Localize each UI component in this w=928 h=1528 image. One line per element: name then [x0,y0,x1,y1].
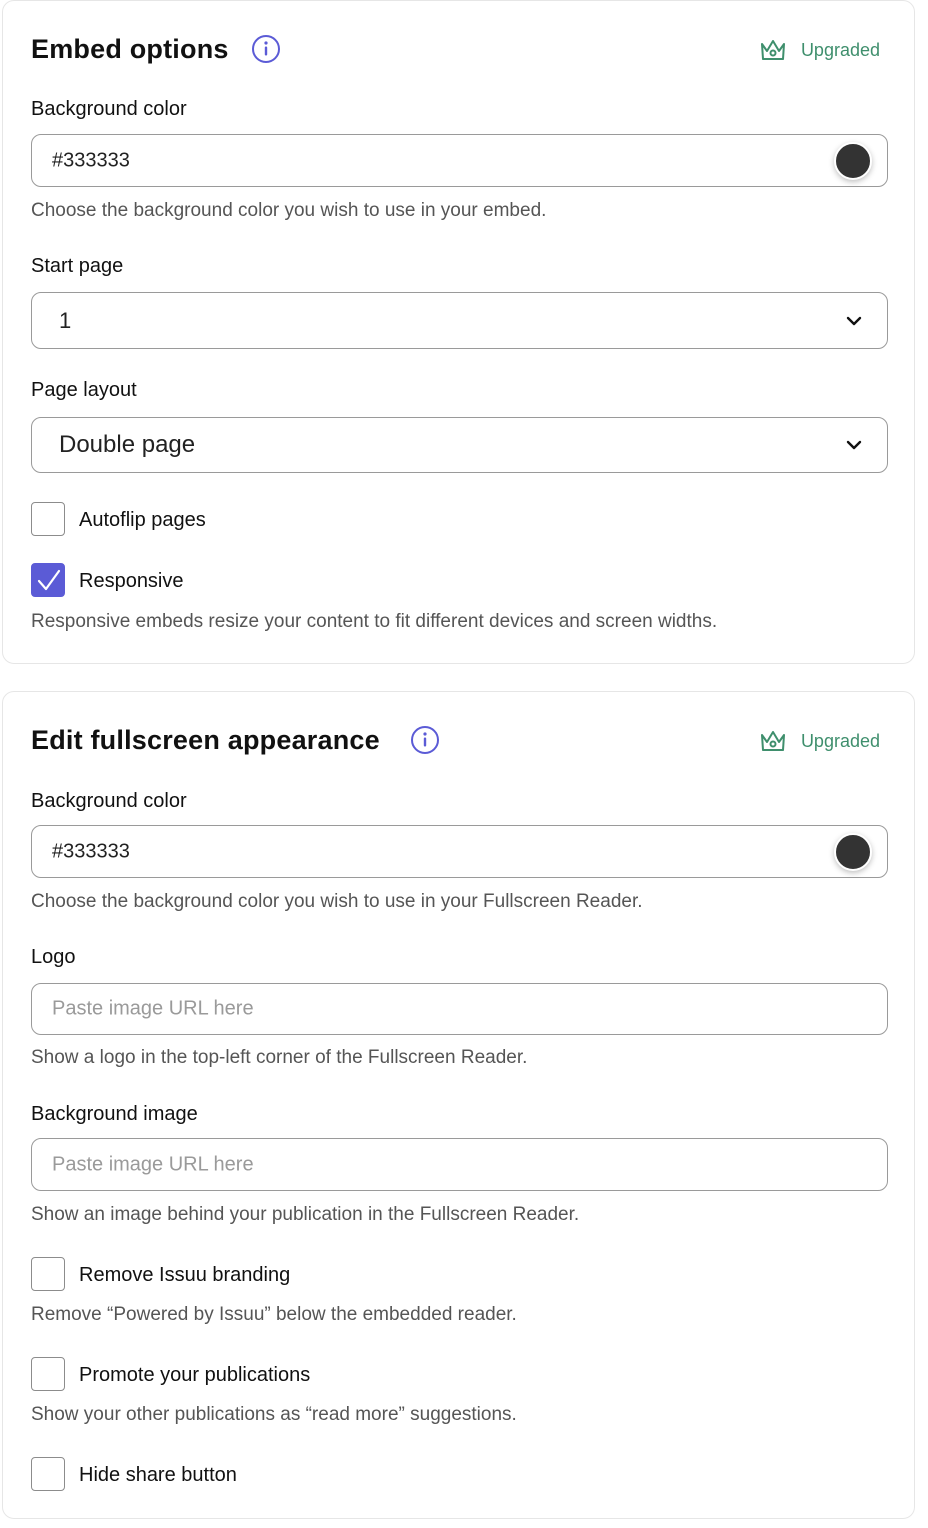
embed-options-title: Embed options [31,34,229,64]
responsive-label: Responsive [79,570,184,592]
promote-publications-checkbox[interactable] [31,1357,65,1391]
logo-help: Show a logo in the top-left corner of th… [31,1047,528,1068]
embed-options-card: Embed options Upgraded Background color … [2,0,915,664]
upgraded-label: Upgraded [800,730,880,751]
page-layout-label: Page layout [31,379,137,401]
upgraded-badge: Upgraded [759,37,880,63]
background-color-help: Choose the background color you wish to … [31,200,547,221]
fs-background-color-help: Choose the background color you wish to … [31,891,643,912]
responsive-help: Responsive embeds resize your content to… [31,611,718,632]
color-swatch[interactable] [834,832,872,871]
hide-share-checkbox[interactable] [31,1457,65,1491]
fullscreen-info-button[interactable] [410,725,440,760]
start-page-label: Start page [31,255,124,277]
page-layout-value: Double page [59,431,196,458]
info-icon [411,726,439,754]
upgraded-label: Upgraded [800,39,880,60]
remove-branding-help: Remove “Powered by Issuu” below the embe… [31,1304,517,1325]
page-layout-select[interactable]: Double page [31,417,888,473]
logo-url-placeholder: Paste image URL here [52,997,254,1020]
autoflip-checkbox[interactable] [31,502,65,536]
crown-icon [760,40,785,60]
fs-background-color-field[interactable]: #333333 [31,825,888,878]
embed-options-info-button[interactable] [251,34,281,69]
remove-branding-checkbox[interactable] [31,1257,65,1291]
responsive-checkbox[interactable] [31,563,65,597]
background-color-field[interactable]: #333333 [31,134,888,187]
promote-publications-label: Promote your publications [79,1364,311,1386]
fs-background-color-value: #333333 [52,840,130,862]
crown-icon [760,731,785,751]
chevron-down-icon [846,316,862,325]
chevron-down-icon [846,440,862,450]
hide-share-label: Hide share button [79,1464,237,1486]
check-icon [37,569,61,591]
background-image-label: Background image [31,1103,198,1125]
fs-background-color-label: Background color [31,790,187,812]
logo-label: Logo [31,946,76,968]
background-color-value: #333333 [52,149,130,171]
promote-publications-help: Show your other publications as “read mo… [31,1404,517,1425]
fullscreen-appearance-card: Edit fullscreen appearance Upgraded Back… [2,691,915,1519]
autoflip-label: Autoflip pages [79,509,206,531]
background-image-placeholder: Paste image URL here [52,1153,254,1175]
color-swatch[interactable] [834,141,872,180]
info-icon [252,35,280,63]
remove-branding-label: Remove Issuu branding [79,1264,291,1286]
start-page-value: 1 [59,307,72,333]
background-image-help: Show an image behind your publication in… [31,1204,580,1225]
background-color-label: Background color [31,98,187,120]
fullscreen-title: Edit fullscreen appearance [31,725,380,755]
upgraded-badge: Upgraded [759,728,880,754]
background-image-url-input[interactable]: Paste image URL here [31,1138,888,1191]
start-page-select[interactable]: 1 [31,292,888,349]
logo-url-input[interactable]: Paste image URL here [31,983,888,1035]
